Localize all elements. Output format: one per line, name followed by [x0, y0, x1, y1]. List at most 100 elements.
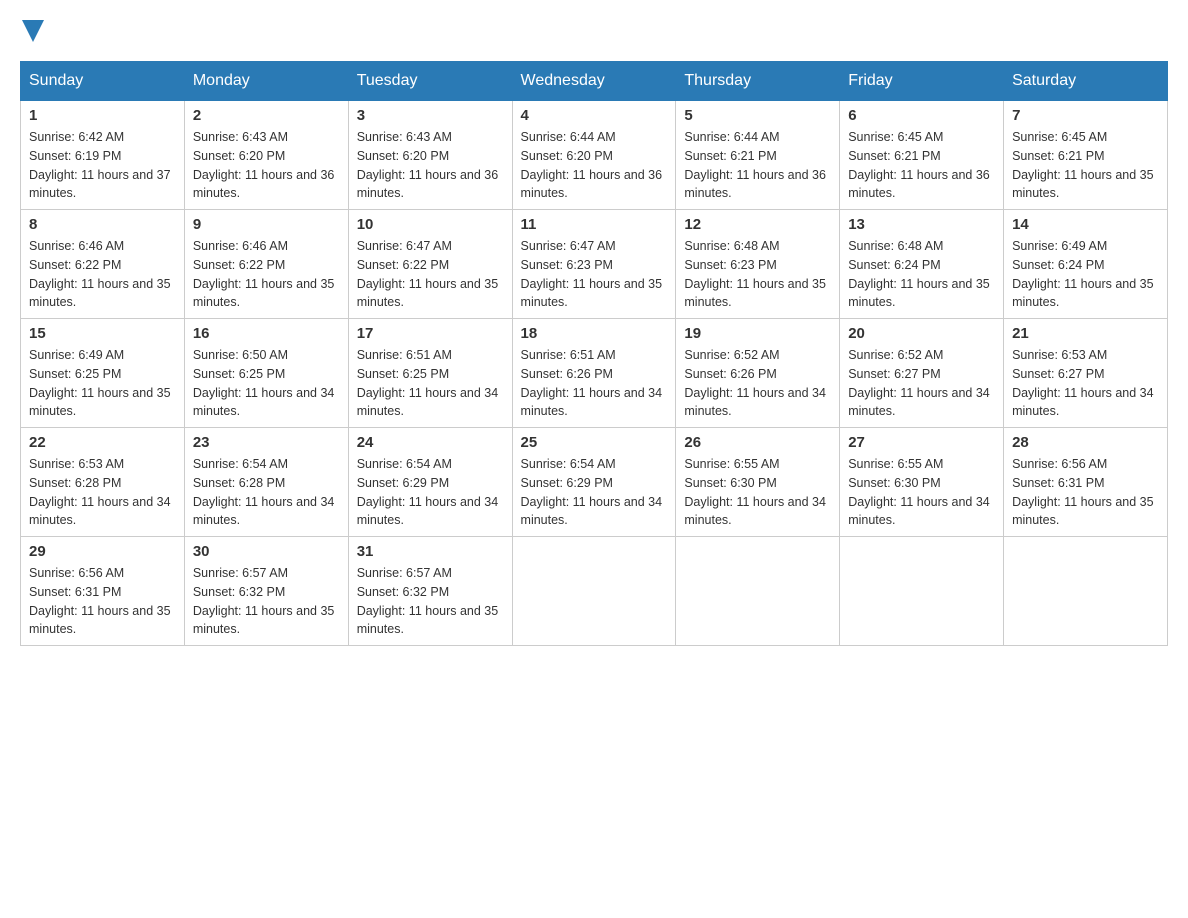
calendar-cell: 31 Sunrise: 6:57 AMSunset: 6:32 PMDaylig…: [348, 537, 512, 646]
day-number: 5: [684, 107, 831, 124]
day-info: Sunrise: 6:53 AMSunset: 6:27 PMDaylight:…: [1012, 346, 1159, 421]
calendar-cell: [840, 537, 1004, 646]
day-number: 25: [521, 434, 668, 451]
day-info: Sunrise: 6:45 AMSunset: 6:21 PMDaylight:…: [848, 128, 995, 203]
day-info: Sunrise: 6:56 AMSunset: 6:31 PMDaylight:…: [29, 564, 176, 639]
day-number: 4: [521, 107, 668, 124]
day-info: Sunrise: 6:47 AMSunset: 6:23 PMDaylight:…: [521, 237, 668, 312]
week-row-4: 22 Sunrise: 6:53 AMSunset: 6:28 PMDaylig…: [21, 428, 1168, 537]
day-number: 26: [684, 434, 831, 451]
day-number: 22: [29, 434, 176, 451]
day-info: Sunrise: 6:48 AMSunset: 6:23 PMDaylight:…: [684, 237, 831, 312]
day-number: 16: [193, 325, 340, 342]
day-info: Sunrise: 6:43 AMSunset: 6:20 PMDaylight:…: [193, 128, 340, 203]
day-info: Sunrise: 6:46 AMSunset: 6:22 PMDaylight:…: [29, 237, 176, 312]
day-number: 14: [1012, 216, 1159, 233]
calendar-cell: 27 Sunrise: 6:55 AMSunset: 6:30 PMDaylig…: [840, 428, 1004, 537]
calendar-cell: 10 Sunrise: 6:47 AMSunset: 6:22 PMDaylig…: [348, 210, 512, 319]
day-info: Sunrise: 6:48 AMSunset: 6:24 PMDaylight:…: [848, 237, 995, 312]
day-number: 9: [193, 216, 340, 233]
page-header: [20, 20, 1168, 51]
week-row-3: 15 Sunrise: 6:49 AMSunset: 6:25 PMDaylig…: [21, 319, 1168, 428]
day-info: Sunrise: 6:49 AMSunset: 6:24 PMDaylight:…: [1012, 237, 1159, 312]
day-info: Sunrise: 6:49 AMSunset: 6:25 PMDaylight:…: [29, 346, 176, 421]
calendar-table: Sunday Monday Tuesday Wednesday Thursday…: [20, 61, 1168, 646]
day-number: 3: [357, 107, 504, 124]
day-info: Sunrise: 6:55 AMSunset: 6:30 PMDaylight:…: [848, 455, 995, 530]
day-info: Sunrise: 6:57 AMSunset: 6:32 PMDaylight:…: [357, 564, 504, 639]
day-info: Sunrise: 6:54 AMSunset: 6:29 PMDaylight:…: [521, 455, 668, 530]
week-row-2: 8 Sunrise: 6:46 AMSunset: 6:22 PMDayligh…: [21, 210, 1168, 319]
calendar-cell: 2 Sunrise: 6:43 AMSunset: 6:20 PMDayligh…: [184, 101, 348, 210]
day-number: 1: [29, 107, 176, 124]
week-row-5: 29 Sunrise: 6:56 AMSunset: 6:31 PMDaylig…: [21, 537, 1168, 646]
header-saturday: Saturday: [1004, 62, 1168, 101]
day-info: Sunrise: 6:52 AMSunset: 6:26 PMDaylight:…: [684, 346, 831, 421]
day-info: Sunrise: 6:42 AMSunset: 6:19 PMDaylight:…: [29, 128, 176, 203]
calendar-cell: [676, 537, 840, 646]
day-number: 31: [357, 543, 504, 560]
header-thursday: Thursday: [676, 62, 840, 101]
calendar-cell: 14 Sunrise: 6:49 AMSunset: 6:24 PMDaylig…: [1004, 210, 1168, 319]
calendar-cell: 23 Sunrise: 6:54 AMSunset: 6:28 PMDaylig…: [184, 428, 348, 537]
calendar-cell: 24 Sunrise: 6:54 AMSunset: 6:29 PMDaylig…: [348, 428, 512, 537]
calendar-body: 1 Sunrise: 6:42 AMSunset: 6:19 PMDayligh…: [21, 101, 1168, 646]
calendar-cell: 4 Sunrise: 6:44 AMSunset: 6:20 PMDayligh…: [512, 101, 676, 210]
calendar-cell: 11 Sunrise: 6:47 AMSunset: 6:23 PMDaylig…: [512, 210, 676, 319]
calendar-cell: 30 Sunrise: 6:57 AMSunset: 6:32 PMDaylig…: [184, 537, 348, 646]
calendar-cell: [1004, 537, 1168, 646]
day-number: 19: [684, 325, 831, 342]
calendar-cell: 12 Sunrise: 6:48 AMSunset: 6:23 PMDaylig…: [676, 210, 840, 319]
header-wednesday: Wednesday: [512, 62, 676, 101]
logo-arrow-icon: [22, 20, 44, 42]
day-number: 27: [848, 434, 995, 451]
day-number: 6: [848, 107, 995, 124]
header-tuesday: Tuesday: [348, 62, 512, 101]
calendar-cell: 28 Sunrise: 6:56 AMSunset: 6:31 PMDaylig…: [1004, 428, 1168, 537]
calendar-cell: 16 Sunrise: 6:50 AMSunset: 6:25 PMDaylig…: [184, 319, 348, 428]
day-info: Sunrise: 6:50 AMSunset: 6:25 PMDaylight:…: [193, 346, 340, 421]
day-info: Sunrise: 6:51 AMSunset: 6:25 PMDaylight:…: [357, 346, 504, 421]
day-info: Sunrise: 6:44 AMSunset: 6:20 PMDaylight:…: [521, 128, 668, 203]
day-number: 23: [193, 434, 340, 451]
day-info: Sunrise: 6:53 AMSunset: 6:28 PMDaylight:…: [29, 455, 176, 530]
day-info: Sunrise: 6:55 AMSunset: 6:30 PMDaylight:…: [684, 455, 831, 530]
day-info: Sunrise: 6:56 AMSunset: 6:31 PMDaylight:…: [1012, 455, 1159, 530]
day-number: 28: [1012, 434, 1159, 451]
calendar-cell: 19 Sunrise: 6:52 AMSunset: 6:26 PMDaylig…: [676, 319, 840, 428]
day-number: 12: [684, 216, 831, 233]
calendar-cell: 3 Sunrise: 6:43 AMSunset: 6:20 PMDayligh…: [348, 101, 512, 210]
day-info: Sunrise: 6:45 AMSunset: 6:21 PMDaylight:…: [1012, 128, 1159, 203]
day-number: 2: [193, 107, 340, 124]
day-number: 10: [357, 216, 504, 233]
day-number: 11: [521, 216, 668, 233]
calendar-cell: 9 Sunrise: 6:46 AMSunset: 6:22 PMDayligh…: [184, 210, 348, 319]
calendar-cell: 17 Sunrise: 6:51 AMSunset: 6:25 PMDaylig…: [348, 319, 512, 428]
day-number: 30: [193, 543, 340, 560]
calendar-cell: 8 Sunrise: 6:46 AMSunset: 6:22 PMDayligh…: [21, 210, 185, 319]
calendar-cell: 5 Sunrise: 6:44 AMSunset: 6:21 PMDayligh…: [676, 101, 840, 210]
day-number: 18: [521, 325, 668, 342]
calendar-cell: 25 Sunrise: 6:54 AMSunset: 6:29 PMDaylig…: [512, 428, 676, 537]
calendar-cell: 21 Sunrise: 6:53 AMSunset: 6:27 PMDaylig…: [1004, 319, 1168, 428]
calendar-cell: 6 Sunrise: 6:45 AMSunset: 6:21 PMDayligh…: [840, 101, 1004, 210]
calendar-cell: 7 Sunrise: 6:45 AMSunset: 6:21 PMDayligh…: [1004, 101, 1168, 210]
day-info: Sunrise: 6:54 AMSunset: 6:29 PMDaylight:…: [357, 455, 504, 530]
day-info: Sunrise: 6:51 AMSunset: 6:26 PMDaylight:…: [521, 346, 668, 421]
week-row-1: 1 Sunrise: 6:42 AMSunset: 6:19 PMDayligh…: [21, 101, 1168, 210]
day-number: 7: [1012, 107, 1159, 124]
day-info: Sunrise: 6:47 AMSunset: 6:22 PMDaylight:…: [357, 237, 504, 312]
calendar-cell: 22 Sunrise: 6:53 AMSunset: 6:28 PMDaylig…: [21, 428, 185, 537]
day-info: Sunrise: 6:52 AMSunset: 6:27 PMDaylight:…: [848, 346, 995, 421]
logo: [20, 20, 44, 51]
day-number: 15: [29, 325, 176, 342]
header-sunday: Sunday: [21, 62, 185, 101]
day-number: 20: [848, 325, 995, 342]
calendar-cell: 1 Sunrise: 6:42 AMSunset: 6:19 PMDayligh…: [21, 101, 185, 210]
day-number: 29: [29, 543, 176, 560]
day-number: 13: [848, 216, 995, 233]
header-friday: Friday: [840, 62, 1004, 101]
day-number: 21: [1012, 325, 1159, 342]
day-info: Sunrise: 6:54 AMSunset: 6:28 PMDaylight:…: [193, 455, 340, 530]
header-row: Sunday Monday Tuesday Wednesday Thursday…: [21, 62, 1168, 101]
